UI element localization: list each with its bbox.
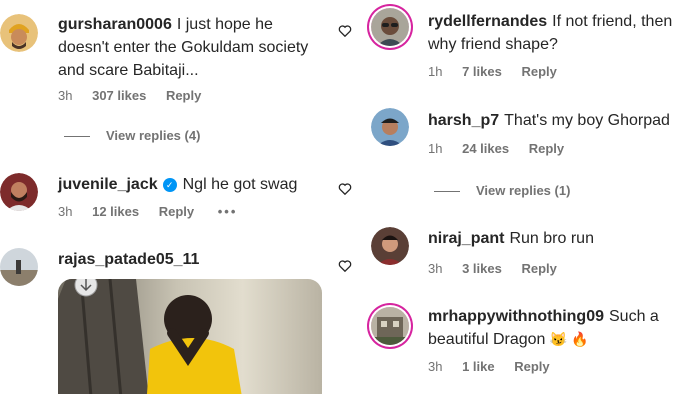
comment-likes[interactable]: 24 likes [462, 141, 509, 156]
comment-body: That's my boy Ghorpad [504, 112, 670, 129]
comment-time[interactable]: 3h [58, 88, 72, 103]
view-replies-label: View replies (4) [106, 128, 201, 143]
comment-likes[interactable]: 12 likes [92, 204, 139, 219]
comment-username[interactable]: juvenile_jack [58, 176, 158, 193]
reply-button[interactable]: Reply [514, 359, 549, 374]
comment-body: Ngl he got swag [182, 176, 298, 193]
comment-meta: 3h 12 likes Reply ••• [58, 204, 253, 219]
comment-item: juvenile_jack ✓ Ngl he got swag 3h 12 like… [0, 170, 356, 240]
comment-text: harsh_p7 That's my boy Ghorpad [428, 109, 696, 132]
comment-time[interactable]: 3h [428, 359, 442, 374]
comment-username[interactable]: mrhappywithnothing09 [428, 308, 604, 325]
comment-text: mrhappywithnothing09 Such a beautiful Dra… [428, 305, 696, 351]
verified-badge-icon: ✓ [162, 178, 177, 192]
avatar-man-icon [371, 227, 409, 265]
comment-meta: 3h 3 likes Reply [428, 261, 573, 276]
avatar[interactable] [0, 248, 38, 286]
avatar[interactable] [371, 8, 409, 46]
comment-text: gursharan0006 I just hope he doesn't ente… [58, 13, 328, 82]
avatar-bearded-man-icon [0, 173, 38, 211]
view-replies-button[interactable]: View replies (1) [434, 183, 570, 198]
avatar[interactable] [371, 307, 409, 345]
comment-time[interactable]: 1h [428, 141, 442, 156]
comment-likes[interactable]: 1 like [462, 359, 495, 374]
avatar-man-cap-icon [371, 108, 409, 146]
comment-item: mrhappywithnothing09 Such a beautiful Dra… [356, 295, 700, 394]
comment-likes[interactable]: 7 likes [462, 64, 502, 79]
comment-text: juvenile_jack ✓ Ngl he got swag [58, 173, 328, 196]
comment-image[interactable] [58, 279, 322, 394]
view-replies-button[interactable]: View replies (4) [64, 128, 200, 143]
avatar-landscape-icon [0, 248, 38, 286]
comment-username[interactable]: harsh_p7 [428, 112, 499, 129]
divider [64, 136, 90, 138]
comment-time[interactable]: 1h [428, 64, 442, 79]
reply-button[interactable]: Reply [529, 141, 564, 156]
comment-username[interactable]: rydellfernandes [428, 13, 547, 30]
comment-item: niraj_pant Run bro run 3h 3 likes Reply [356, 215, 700, 295]
avatar-man-glasses-icon [371, 8, 409, 46]
comment-text: niraj_pant Run bro run [428, 227, 696, 250]
comments-column-right: rydellfernandes If not friend, then why f… [356, 0, 700, 394]
comment-meta: 1h 7 likes Reply [428, 64, 573, 79]
reply-button[interactable]: Reply [521, 261, 556, 276]
comment-likes[interactable]: 3 likes [462, 261, 502, 276]
reply-button[interactable]: Reply [521, 64, 556, 79]
comment-meta: 3h 307 likes Reply [58, 88, 217, 103]
comment-meta: 3h 1 like Reply [428, 359, 566, 374]
comment-likes[interactable]: 307 likes [92, 88, 146, 103]
more-options-icon[interactable]: ••• [218, 204, 238, 219]
divider [434, 191, 460, 193]
comment-username[interactable]: niraj_pant [428, 230, 504, 247]
comment-text: rajas_patade05_11 [58, 248, 328, 271]
avatar[interactable] [0, 173, 38, 211]
comment-body: Run bro run [509, 230, 594, 247]
comments-column-left: gursharan0006 I just hope he doesn't ente… [0, 0, 356, 394]
view-replies-label: View replies (1) [476, 183, 571, 198]
comment-time[interactable]: 3h [58, 204, 72, 219]
photo-man-yellow-shirt-behind-tree [58, 279, 242, 394]
like-heart-icon[interactable] [338, 182, 352, 196]
comment-item: harsh_p7 That's my boy Ghorpad 1h 24 like… [356, 100, 700, 215]
avatar-building-icon [371, 307, 409, 345]
like-heart-icon[interactable] [338, 24, 352, 38]
avatar-turban-icon [0, 14, 38, 52]
avatar[interactable] [371, 108, 409, 146]
like-heart-icon[interactable] [338, 259, 352, 273]
emoji-cat-fire-icon: 😼 🔥 [549, 331, 589, 347]
avatar[interactable] [0, 14, 38, 52]
comment-item: gursharan0006 I just hope he doesn't ente… [0, 0, 356, 170]
avatar[interactable] [371, 227, 409, 265]
comment-meta: 1h 24 likes Reply [428, 141, 580, 156]
comment-time[interactable]: 3h [428, 261, 442, 276]
comment-item: rydellfernandes If not friend, then why f… [356, 0, 700, 100]
comment-username[interactable]: gursharan0006 [58, 16, 172, 33]
reply-button[interactable]: Reply [159, 204, 194, 219]
comment-text: rydellfernandes If not friend, then why f… [428, 10, 696, 56]
reply-button[interactable]: Reply [166, 88, 201, 103]
comment-username[interactable]: rajas_patade05_11 [58, 251, 199, 268]
